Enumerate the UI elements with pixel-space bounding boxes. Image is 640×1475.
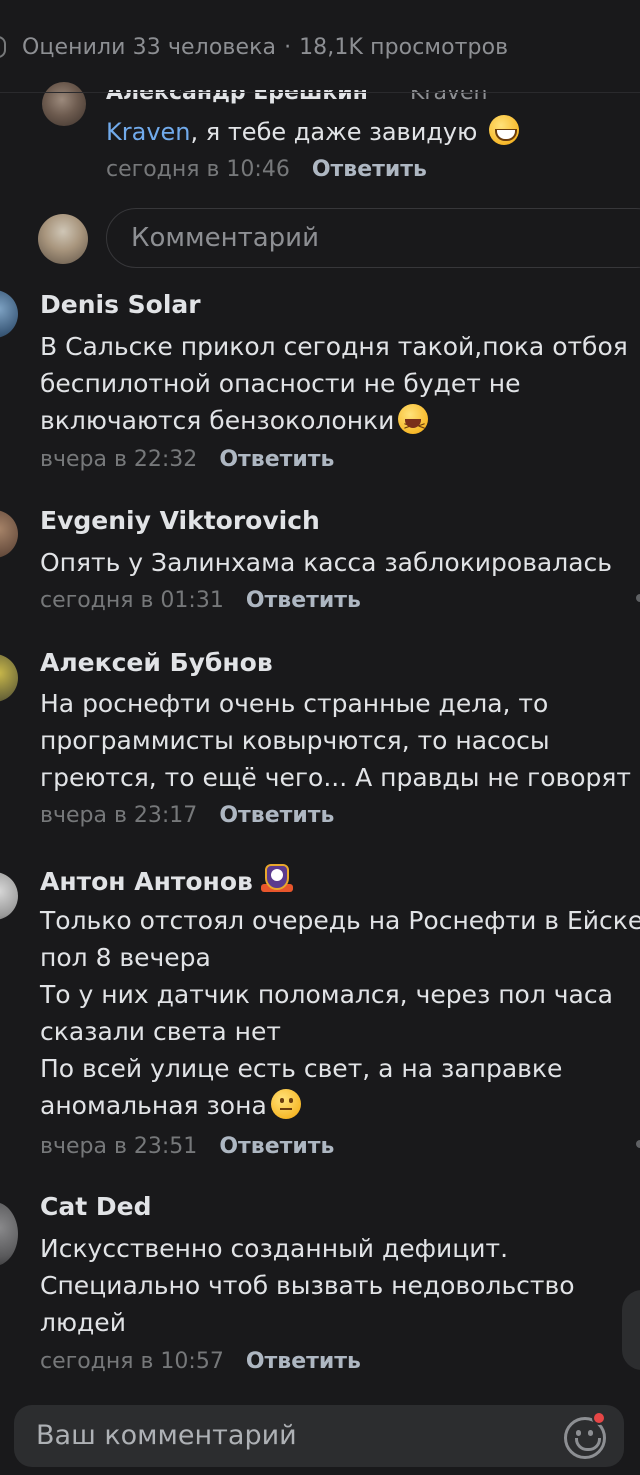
comment-line: То у них датчик поломался, через пол час…	[40, 980, 613, 1009]
comment-line: греются, то ещё чего... А правды не гово…	[40, 763, 631, 792]
comment-text: Искусственно созданный дефицит. Специаль…	[40, 1230, 575, 1341]
reply-comment: Александр Ерёшкин Kraven Kraven, я тебе …	[0, 60, 640, 200]
avatar[interactable]	[0, 510, 18, 558]
comment-text: Kraven, я тебе даже завидую	[106, 115, 519, 146]
comment-line: Специально чтоб вызвать недовольство	[40, 1271, 575, 1300]
comment-line: Опять у Залинхама касса заблокировалась	[40, 548, 613, 577]
donut-badge-icon[interactable]	[259, 862, 295, 894]
comment-line: программисты ковырчются, то насосы	[40, 726, 550, 755]
comment-author[interactable]: Алексей Бубнов	[40, 648, 273, 677]
comment-text: Только отстоял очередь на Роснефти в Ейс…	[40, 902, 640, 1124]
comment: Denis Solar В Сальске прикол сегодня так…	[0, 290, 640, 490]
comment-line: включаются бензоколонки	[40, 406, 395, 435]
comment-line: В Сальске прикол сегодня такой,пока отбо…	[40, 332, 628, 361]
avatar[interactable]	[0, 1202, 18, 1266]
comment-author[interactable]: Cat Ded	[40, 1192, 151, 1221]
reply-comment-input[interactable]: Комментарий	[106, 208, 640, 268]
neutral-face-icon	[270, 1089, 301, 1119]
comment-time: сегодня в 10:46	[106, 157, 290, 182]
comment-line: беспилотной опасности не будет не	[40, 369, 521, 398]
bottom-comment-bar: Ваш комментарий	[0, 1395, 640, 1475]
comment-meta: вчера в 22:32 Ответить	[40, 447, 334, 472]
comment-time: вчера в 23:17	[40, 803, 198, 828]
comment-meta: вчера в 23:51 Ответить	[40, 1134, 334, 1159]
like-icon[interactable]	[0, 36, 6, 58]
more-indicator	[636, 594, 640, 602]
comment-time: сегодня в 10:57	[40, 1349, 224, 1374]
comment-line: людей	[40, 1308, 126, 1337]
reply-button[interactable]: Ответить	[246, 1349, 361, 1374]
header-divider	[0, 92, 640, 93]
side-action-button[interactable]	[622, 1290, 640, 1370]
reply-button[interactable]: Ответить	[312, 157, 427, 182]
avatar	[38, 214, 88, 264]
comment-meta: сегодня в 10:46 Ответить	[106, 157, 427, 182]
comment-line: аномальная зона	[40, 1091, 267, 1120]
reply-input-row: Комментарий	[0, 208, 640, 270]
mention-link[interactable]: Kraven	[106, 118, 191, 146]
avatar[interactable]	[42, 82, 86, 126]
comment: Cat Ded Искусственно созданный дефицит. …	[0, 1192, 640, 1392]
comment-line: пол 8 вечера	[40, 943, 211, 972]
comment-author-name[interactable]: Антон Антонов	[40, 867, 253, 896]
comment: Антон Антонов Только отстоял очередь на …	[0, 862, 640, 1162]
stats-separator: ·	[284, 34, 292, 60]
comment-text-body: , я тебе даже завидую	[190, 118, 478, 146]
avatar[interactable]	[0, 654, 18, 702]
avatar[interactable]	[0, 290, 18, 338]
comment-time: вчера в 23:51	[40, 1134, 198, 1159]
comment-author[interactable]: Evgeniy Viktorovich	[40, 506, 320, 535]
reply-button[interactable]: Ответить	[219, 447, 334, 472]
grinning-face-icon	[488, 115, 519, 145]
comment-author: Антон Антонов	[40, 862, 295, 896]
comments-screen: Оценили 33 человека · 18,1K просмотров А…	[0, 0, 640, 1475]
notification-dot	[592, 1411, 606, 1425]
comment-time: сегодня в 01:31	[40, 588, 224, 613]
comment-author[interactable]: Denis Solar	[40, 290, 201, 319]
comment-meta: вчера в 23:17 Ответить	[40, 803, 334, 828]
comment-line: сказали света нет	[40, 1017, 281, 1046]
comment-input[interactable]: Ваш комментарий	[14, 1405, 624, 1467]
comment: Алексей Бубнов На роснефти очень странны…	[0, 648, 640, 838]
laughing-face-icon	[398, 404, 429, 445]
comment: Evgeniy Viktorovich Опять у Залинхама ка…	[0, 506, 640, 616]
comment-time: вчера в 22:32	[40, 447, 198, 472]
avatar[interactable]	[0, 872, 18, 920]
comment-text: На роснефти очень странные дела, то прог…	[40, 685, 631, 796]
comment-line: На роснефти очень странные дела, то	[40, 689, 549, 718]
comment-line: По всей улице есть свет, а на заправке	[40, 1054, 563, 1083]
comment-line: Искусственно созданный дефицит.	[40, 1234, 509, 1263]
reply-button[interactable]: Ответить	[219, 1134, 334, 1159]
views-count: 18,1K просмотров	[299, 34, 509, 60]
comment-meta: сегодня в 01:31 Ответить	[40, 588, 361, 613]
more-indicator	[636, 1140, 640, 1148]
comment-line: Только отстоял очередь на Роснефти в Ейс…	[40, 906, 640, 935]
reply-button[interactable]: Ответить	[246, 588, 361, 613]
comment-meta: сегодня в 10:57 Ответить	[40, 1349, 361, 1374]
rated-count: Оценили 33 человека	[22, 34, 277, 60]
reply-button[interactable]: Ответить	[219, 803, 334, 828]
comment-text: В Сальске прикол сегодня такой,пока отбо…	[40, 328, 628, 445]
comment-text: Опять у Залинхама касса заблокировалась	[40, 544, 612, 581]
